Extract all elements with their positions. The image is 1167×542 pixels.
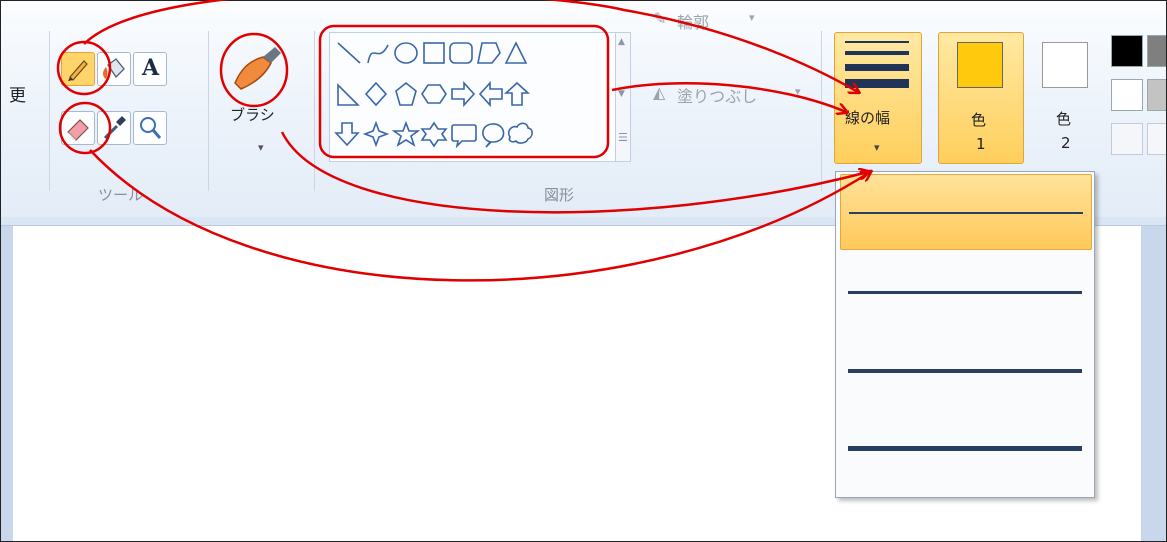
gallery-scroll-up-icon[interactable]: ▲: [618, 37, 625, 47]
up-arrow-shape-icon: [503, 81, 531, 106]
line-width-dropdown: [835, 171, 1095, 498]
polygon-shape-icon: [477, 42, 501, 64]
line-width-option-5px[interactable]: [840, 332, 1090, 406]
paint-window: 更 A ツール ブラシ ▾ ▲ ▼ ☰ ✎ 輪郭 ▾ ◭ 塗りつぶし ▾ 図形 …: [0, 0, 1167, 542]
cloud-callout-shape-icon: [507, 122, 533, 144]
line-width-icon: [845, 41, 909, 88]
fill-tool-button[interactable]: [97, 52, 131, 86]
color2-number: 2: [1061, 134, 1071, 152]
ribbon-separator: [314, 31, 315, 191]
fill-label: 塗りつぶし: [677, 87, 758, 106]
line-sample: [848, 291, 1082, 294]
brush-label: ブラシ: [230, 106, 275, 124]
ribbon-separator: [821, 31, 822, 191]
line-sample: [848, 369, 1082, 373]
pencil-icon: [68, 60, 88, 81]
shapes-gallery-scroller[interactable]: ▲ ▼ ☰: [615, 33, 630, 161]
line-width-button[interactable]: 線の幅 ▾: [834, 32, 922, 164]
eraser-icon: [67, 119, 89, 141]
pencil-tool-button[interactable]: [61, 52, 95, 86]
palette-swatch-white[interactable]: [1111, 79, 1143, 111]
color2-label: 色: [1056, 110, 1072, 128]
brush-dropdown-arrow[interactable]: ▾: [258, 141, 264, 154]
tools-group-label: ツール: [98, 186, 144, 204]
line-width-option-8px[interactable]: [840, 410, 1090, 484]
color-picker-icon: [103, 116, 126, 140]
rectangle-shape-icon: [423, 42, 445, 64]
outline-label: 輪郭: [677, 13, 710, 32]
shapes-grid: [334, 41, 533, 149]
gallery-scroll-down-icon[interactable]: ▼: [618, 89, 625, 99]
line-sample: [849, 212, 1083, 214]
hexagon-shape-icon: [421, 84, 447, 104]
palette-swatch-light-gray[interactable]: [1147, 79, 1166, 111]
paint-bucket-icon: [103, 58, 125, 79]
gallery-expand-icon[interactable]: ☰: [618, 131, 628, 144]
brush-icon: [234, 47, 281, 90]
color2-button[interactable]: 色 2: [1034, 32, 1098, 162]
ribbon-cut-label: 更: [9, 86, 26, 106]
line-width-label: 線の幅: [845, 109, 891, 127]
palette-swatch-black[interactable]: [1111, 35, 1143, 67]
brush-button[interactable]: [227, 39, 283, 99]
shapes-group-label: 図形: [544, 186, 575, 204]
right-triangle-shape-icon: [337, 83, 360, 106]
oval-shape-icon: [394, 42, 418, 64]
palette-swatch-gray[interactable]: [1147, 35, 1166, 67]
right-arrow-shape-icon: [451, 80, 476, 108]
line-width-dropdown-arrow: ▾: [874, 141, 880, 154]
fill-shape-icon: ◭: [653, 83, 666, 102]
text-tool-glyph: A: [142, 55, 160, 81]
diamond-shape-icon: [364, 81, 388, 107]
outline-icon: ✎: [653, 9, 667, 28]
line-width-option-1px[interactable]: [840, 174, 1092, 250]
color1-label: 色: [971, 111, 987, 129]
fill-dropdown-arrow: ▾: [795, 85, 801, 98]
triangle-shape-icon: [504, 41, 528, 64]
text-tool-button[interactable]: A: [133, 52, 167, 86]
magnifier-tool-button[interactable]: [133, 111, 167, 145]
color1-number: 1: [976, 135, 986, 153]
shapes-gallery[interactable]: ▲ ▼ ☰: [329, 32, 631, 162]
down-arrow-shape-icon: [334, 122, 360, 147]
left-arrow-shape-icon: [478, 80, 503, 108]
five-point-star-shape-icon: [391, 120, 421, 147]
rounded-callout-shape-icon: [451, 124, 477, 149]
magnifier-icon: [140, 117, 162, 139]
line-width-option-3px[interactable]: [840, 254, 1090, 328]
rounded-rectangle-shape-icon: [449, 42, 473, 64]
eraser-tool-button[interactable]: [61, 111, 95, 145]
ribbon-separator: [49, 31, 50, 191]
palette-swatch-empty[interactable]: [1147, 123, 1166, 155]
line-shape-icon: [337, 42, 361, 64]
four-point-star-shape-icon: [362, 120, 390, 148]
curve-shape-icon: [367, 44, 389, 64]
pentagon-shape-icon: [395, 81, 417, 106]
outline-button[interactable]: ✎ 輪郭 ▾: [653, 9, 793, 33]
color2-swatch: [1042, 42, 1088, 88]
palette-swatch-empty[interactable]: [1111, 123, 1143, 155]
ribbon-separator: [208, 31, 209, 191]
oval-callout-shape-icon: [482, 123, 505, 148]
six-point-star-shape-icon: [420, 121, 448, 148]
outline-dropdown-arrow: ▾: [749, 11, 755, 24]
fill-button[interactable]: ◭ 塗りつぶし ▾: [653, 83, 813, 107]
color1-button[interactable]: 色 1: [938, 32, 1024, 164]
line-sample: [848, 446, 1082, 451]
color-picker-tool-button[interactable]: [97, 111, 131, 145]
color1-swatch: [957, 42, 1003, 88]
